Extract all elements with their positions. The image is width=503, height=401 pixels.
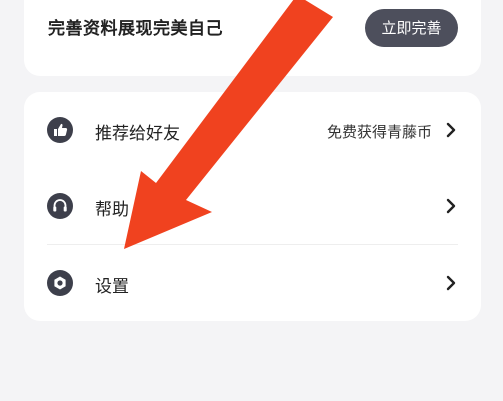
menu-item-recommend[interactable]: 推荐给好友 免费获得青藤币 bbox=[24, 92, 481, 168]
menu-item-label: 帮助 bbox=[95, 200, 129, 220]
chevron-right-icon bbox=[446, 198, 456, 214]
thumbs-up-icon bbox=[47, 117, 73, 143]
screen: 完善资料展现完美自己 立即完善 推荐给好友 免费获得青藤币 帮助 设置 bbox=[0, 0, 503, 401]
profile-card: 完善资料展现完美自己 立即完善 bbox=[24, 0, 481, 76]
menu-card: 推荐给好友 免费获得青藤币 帮助 设置 bbox=[24, 92, 481, 321]
menu-item-settings[interactable]: 设置 bbox=[24, 245, 481, 321]
gear-icon bbox=[47, 270, 73, 296]
complete-profile-button[interactable]: 立即完善 bbox=[365, 9, 458, 47]
chevron-right-icon bbox=[446, 122, 456, 138]
menu-item-help[interactable]: 帮助 bbox=[24, 168, 481, 244]
menu-item-label: 设置 bbox=[95, 277, 129, 297]
reward-note: 免费获得青藤币 bbox=[326, 123, 432, 141]
headset-icon bbox=[47, 193, 73, 219]
chevron-right-icon bbox=[446, 275, 456, 291]
profile-prompt-text: 完善资料展现完美自己 bbox=[48, 19, 223, 39]
menu-item-label: 推荐给好友 bbox=[95, 124, 180, 144]
